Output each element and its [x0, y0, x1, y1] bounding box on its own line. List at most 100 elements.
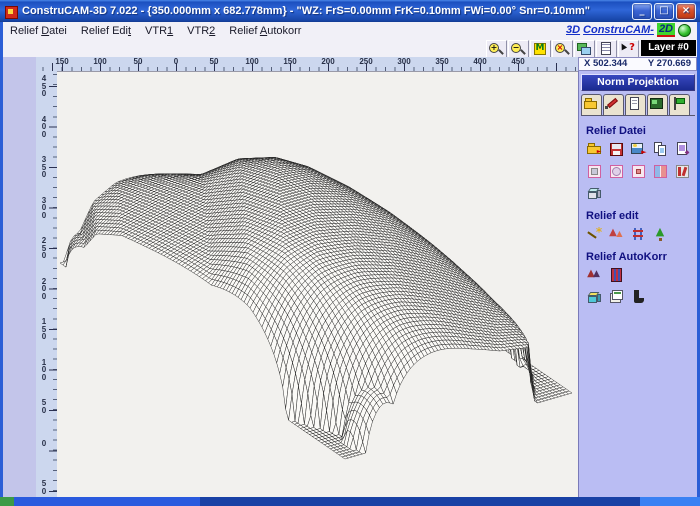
tab-flag-icon[interactable] [670, 95, 687, 111]
toolbar-icons: +−M × ▲? [486, 40, 639, 58]
tab-pen-icon[interactable] [604, 95, 621, 111]
vruler-label: 350 [39, 156, 49, 179]
os-taskbar[interactable] [0, 497, 700, 506]
tab-pen[interactable] [603, 94, 624, 115]
tab-flag[interactable] [669, 94, 690, 115]
minimize-button[interactable]: _ [632, 3, 652, 20]
tab-image-icon[interactable] [648, 95, 665, 111]
zoom-sel-button[interactable]: × [552, 40, 573, 58]
zoom-out-button[interactable]: − [508, 40, 529, 58]
status-ball-icon[interactable] [678, 24, 691, 37]
menu-vtr1[interactable]: VTR1 [138, 24, 180, 38]
box-3d-icon[interactable] [586, 185, 603, 201]
menu-relief-edit[interactable]: Relief Edit [74, 24, 138, 38]
frame-cut-icon[interactable] [674, 163, 691, 179]
menu-relief-autokorr[interactable]: Relief Autokorr [222, 24, 308, 38]
frame-1-icon[interactable] [586, 163, 603, 179]
mountain-dark-icon[interactable]: ▲▲ [586, 267, 603, 283]
layer-indicator[interactable]: Layer #0 [641, 40, 696, 56]
close-button[interactable]: × [676, 3, 696, 20]
hruler-label: 250 [354, 57, 378, 66]
menu-relief-datei[interactable]: Relief Datei [3, 24, 74, 38]
tool-bar: +−M × ▲? Layer #0 [3, 39, 697, 57]
zoom-in-button[interactable]: + [486, 40, 507, 58]
hruler-label: 150 [50, 57, 74, 66]
grid-doc-button[interactable] [596, 40, 617, 58]
brand-switch: 3D ConstruCAM- 2D [566, 23, 691, 37]
tab-image[interactable] [647, 94, 668, 115]
windows-cascade-button[interactable] [574, 40, 595, 58]
tree-green-icon[interactable]: ▲ [652, 226, 669, 242]
hruler-label: 400 [468, 57, 492, 66]
menu-vtr2[interactable]: VTR2 [180, 24, 222, 38]
rails-icon[interactable] [630, 226, 647, 242]
zoom-out-icon[interactable]: − [509, 41, 526, 57]
image-import-icon[interactable]: ► [630, 141, 647, 157]
section-title: Relief Datei [586, 125, 697, 137]
hruler-label: 50 [202, 57, 226, 66]
section-title: Relief edit [586, 210, 697, 222]
ruler-major-ticks [36, 63, 578, 71]
vruler-label: 200 [39, 278, 49, 301]
vruler-label: 250 [39, 237, 49, 260]
frame-split-icon[interactable] [652, 163, 669, 179]
vruler-label: 100 [39, 359, 49, 382]
m-button-icon[interactable]: M [531, 41, 548, 57]
mode-2d-link[interactable]: 2D [657, 23, 675, 37]
windows-cascade-icon[interactable] [575, 41, 592, 57]
panel-header: Norm Projektion [581, 74, 695, 91]
hruler-label: 100 [240, 57, 264, 66]
save-red-icon[interactable] [608, 141, 625, 157]
box-cyan-icon[interactable] [586, 289, 603, 305]
m-button-button[interactable]: M [530, 40, 551, 58]
coordinate-readout: X 502.344 Y 270.669 [578, 57, 697, 71]
vruler-label: 400 [39, 116, 49, 139]
hruler-label: 350 [430, 57, 454, 66]
taskbar-segment [0, 497, 14, 506]
tab-folder[interactable] [581, 94, 602, 115]
vruler-label: 450 [39, 75, 49, 98]
help-arrow-icon[interactable]: ▲? [619, 41, 636, 57]
icon-row: *▲▲▲ [586, 226, 697, 242]
tab-page-icon[interactable] [626, 95, 643, 111]
hruler-label: 0 [164, 57, 188, 66]
page-export-icon[interactable]: ◆ [674, 141, 691, 157]
relief-mesh [57, 72, 578, 498]
title-bar: ConstruCAM-3D 7.022 - {350.000mm x 682.7… [0, 0, 700, 22]
icon-row [586, 163, 697, 179]
tab-folder-icon[interactable] [582, 95, 599, 111]
boot-icon[interactable] [630, 289, 647, 305]
hruler-label: 200 [316, 57, 340, 66]
frame-small-icon[interactable] [630, 163, 647, 179]
taskbar-segment [14, 497, 200, 506]
zoom-sel-icon[interactable]: × [553, 41, 570, 57]
help-arrow-button[interactable]: ▲? [618, 40, 639, 58]
icon-row: ▲▲ [586, 267, 697, 283]
hruler-label: 50 [126, 57, 150, 66]
zoom-in-icon[interactable]: + [487, 41, 504, 57]
mode-3d-link[interactable]: 3D [566, 24, 580, 36]
icon-row [586, 185, 697, 201]
vruler-label: 50 [39, 399, 49, 414]
icon-row [586, 289, 697, 305]
mountain-red-icon[interactable]: ▲▲ [608, 226, 625, 242]
left-dock-strip [3, 57, 37, 497]
coord-y: Y 270.669 [648, 58, 691, 70]
section-title: Relief AutoKorr [586, 251, 697, 263]
stripes-redblue-icon[interactable] [608, 267, 625, 283]
drawing-canvas[interactable] [57, 71, 578, 498]
tab-page[interactable] [625, 94, 646, 115]
folder-open-icon[interactable]: ► [586, 141, 603, 157]
grid-doc-icon[interactable] [597, 41, 614, 57]
taskbar-segment [640, 497, 700, 506]
copy-pages-icon[interactable] [652, 141, 669, 157]
hruler-label: 150 [278, 57, 302, 66]
panel-tabs [581, 93, 695, 116]
restore-button[interactable]: □ [654, 3, 674, 20]
panel-body: Relief Datei►►◆Relief edit*▲▲▲Relief Aut… [579, 125, 697, 305]
menu-bar: Relief Datei Relief Edit VTR1 VTR2 Relie… [3, 22, 697, 40]
brand-name: ConstruCAM- [583, 24, 654, 36]
wand-icon[interactable]: * [586, 226, 603, 242]
frame-scan-icon[interactable] [608, 163, 625, 179]
cards-icon[interactable] [608, 289, 625, 305]
